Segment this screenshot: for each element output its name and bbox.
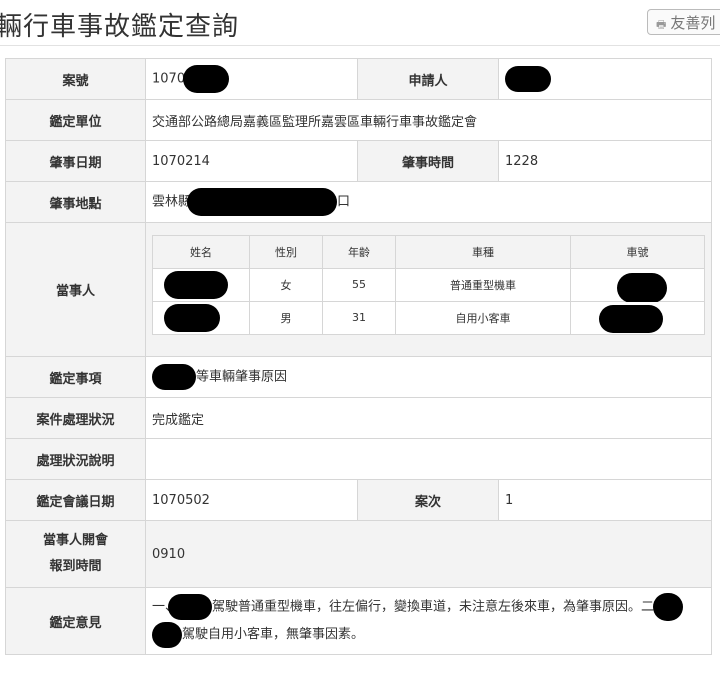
item-text: 等車輛肇事原因 <box>196 369 288 385</box>
party-age-header: 年齡 <box>322 234 396 269</box>
opinion-value: 一、 駕駛普通重型機車，往左偏行，變換車道，未注意左後來車，為肇事原因。二、 駕駛自… <box>145 587 712 655</box>
table-row: 鑑定單位 交通部公路總局嘉義區監理所嘉雲區車輛行車事故鑑定會 <box>5 99 712 141</box>
parties-header-row: 姓名 性別 年齡 車種 車號 <box>152 234 705 269</box>
case-no-prefix: 1070 <box>152 71 186 87</box>
session-value: 1 <box>498 479 712 521</box>
redaction-mark <box>168 593 213 620</box>
accident-date-label: 肇事日期 <box>5 140 146 182</box>
redaction-mark <box>164 270 228 299</box>
parties-label: 當事人 <box>5 222 146 357</box>
item-value: 等車輛肇事原因 <box>145 356 712 398</box>
party-name-header: 姓名 <box>152 234 250 269</box>
party-age-cell: 31 <box>322 300 396 335</box>
table-row: 肇事地點 雲林縣 口 <box>5 181 712 223</box>
location-value: 雲林縣 口 <box>145 181 712 223</box>
case-no-label: 案號 <box>5 58 146 100</box>
redaction-mark <box>505 66 551 92</box>
case-no-value: 1070 <box>145 58 358 100</box>
title-divider <box>0 45 720 46</box>
accident-date-value: 1070214 <box>145 140 358 182</box>
status-value: 完成鑑定 <box>145 397 712 439</box>
redaction-mark <box>653 592 684 621</box>
case-info-table: 案號 1070 申請人 鑑定單位 交通部公路總局嘉義區監理所嘉雲區車輛行車事故鑑… <box>5 58 712 655</box>
status-note-label: 處理狀況說明 <box>5 438 146 480</box>
page-title: 輛行車事故鑑定查詢 <box>0 12 240 42</box>
party-gender-cell: 男 <box>249 300 323 335</box>
table-row: 當事人開會報到時間 0910 <box>5 520 712 588</box>
redaction-mark <box>617 272 667 303</box>
redaction-mark <box>599 304 663 333</box>
unit-label: 鑑定單位 <box>5 99 146 141</box>
redaction-mark <box>183 65 230 93</box>
opinion-line2-text: 駕駛自用小客車，無肇事因素。 <box>182 627 365 643</box>
report-time-label-line2: 報到時間 <box>49 559 102 574</box>
party-plate-cell <box>570 300 705 335</box>
table-row: 案號 1070 申請人 <box>5 58 712 100</box>
item-label: 鑑定事項 <box>5 356 146 398</box>
party-gender-cell: 女 <box>249 267 323 302</box>
print-friendly-button[interactable]: 🖶 友善列 <box>647 9 720 35</box>
meeting-date-label: 鑑定會議日期 <box>5 479 146 521</box>
party-plate-cell <box>570 267 705 303</box>
party-name-cell <box>152 267 250 302</box>
report-time-value: 0910 <box>145 520 712 588</box>
meeting-date-value: 1070502 <box>145 479 358 521</box>
status-label: 案件處理狀況 <box>5 397 146 439</box>
table-row: 案件處理狀況 完成鑑定 <box>5 397 712 439</box>
print-friendly-label: 友善列 <box>670 14 716 32</box>
accident-time-label: 肇事時間 <box>357 140 499 182</box>
party-plate-header: 車號 <box>570 234 705 269</box>
report-time-label: 當事人開會 報到時間 <box>5 520 146 588</box>
redaction-mark <box>164 303 220 332</box>
parties-table: 姓名 性別 年齡 車種 車號 女 55 普通重型機車 男 31 自用小客車 <box>152 234 705 335</box>
party-gender-header: 性別 <box>249 234 323 269</box>
table-row: 男 31 自用小客車 <box>152 300 705 335</box>
party-age-cell: 55 <box>322 267 396 302</box>
printer-icon: 🖶 <box>656 18 667 31</box>
unit-value: 交通部公路總局嘉義區監理所嘉雲區車輛行車事故鑑定會 <box>145 99 712 141</box>
table-row: 鑑定事項 等車輛肇事原因 <box>5 356 712 398</box>
party-vehicle-cell: 自用小客車 <box>395 300 571 335</box>
applicant-label: 申請人 <box>357 58 499 100</box>
party-vehicle-cell: 普通重型機車 <box>395 267 571 302</box>
party-name-cell <box>152 300 250 335</box>
table-row: 肇事日期 1070214 肇事時間 1228 <box>5 140 712 182</box>
location-prefix: 雲林縣 <box>152 194 192 210</box>
opinion-line1-text: 駕駛普通重型機車，往左偏行，變換車道，未注意左後來車，為肇事原因。二、 <box>212 599 668 615</box>
location-suffix: 口 <box>337 194 351 210</box>
table-row: 處理狀況說明 <box>5 438 712 480</box>
location-label: 肇事地點 <box>5 181 146 223</box>
redaction-mark <box>152 621 182 648</box>
report-time-label-line1: 當事人開會 <box>42 533 108 548</box>
opinion-label: 鑑定意見 <box>5 587 146 655</box>
redaction-mark <box>152 364 196 390</box>
table-row: 鑑定會議日期 1070502 案次 1 <box>5 479 712 521</box>
status-note-value <box>145 438 712 480</box>
party-vehicle-header: 車種 <box>395 234 571 269</box>
table-row: 鑑定意見 一、 駕駛普通重型機車，往左偏行，變換車道，未注意左後來車，為肇事原因。… <box>5 587 712 655</box>
redaction-mark <box>187 188 338 216</box>
accident-time-value: 1228 <box>498 140 712 182</box>
parties-value: 姓名 性別 年齡 車種 車號 女 55 普通重型機車 男 31 自用小客車 <box>145 222 712 357</box>
applicant-value <box>498 58 712 100</box>
table-row: 當事人 姓名 性別 年齡 車種 車號 女 55 普通重型機車 男 31 自用小客… <box>5 222 712 357</box>
session-label: 案次 <box>357 479 499 521</box>
table-row: 女 55 普通重型機車 <box>152 267 705 303</box>
